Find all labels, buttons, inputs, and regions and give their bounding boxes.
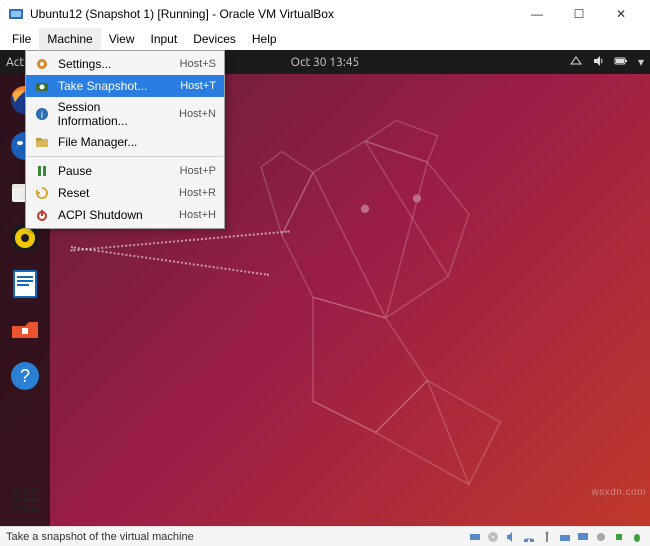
window-title: Ubuntu12 (Snapshot 1) [Running] - Oracle… [30,7,334,21]
audio-icon[interactable] [504,530,518,544]
menu-item-label: Reset [58,186,89,200]
menu-settings[interactable]: Settings... Host+S [26,53,224,75]
menu-item-label: Settings... [58,57,111,71]
network-icon [570,55,582,70]
menu-shortcut: Host+S [180,58,216,70]
svg-text:?: ? [20,366,30,386]
menu-item-label: Take Snapshot... [58,79,147,93]
menu-file-manager[interactable]: File Manager... [26,131,224,153]
menubar: File Machine View Input Devices Help [0,28,650,50]
gear-icon [34,56,50,72]
chevron-down-icon: ▾ [638,55,644,69]
statusbar-help: Take a snapshot of the virtual machine [6,531,194,543]
menu-take-snapshot[interactable]: Take Snapshot... Host+T [26,75,224,97]
menu-separator [27,156,223,157]
camera-icon [34,78,50,94]
vm-display: Activities Oct 30 13:45 ▾ [0,50,650,526]
folder-icon [34,134,50,150]
dock-item-ubuntu-software[interactable] [5,310,45,350]
volume-icon [592,55,604,70]
menu-file[interactable]: File [4,28,39,50]
reset-icon [34,185,50,201]
close-button[interactable]: ✕ [600,0,642,28]
hdd-icon[interactable] [468,530,482,544]
menu-session-info[interactable]: i Session Information... Host+N [26,97,224,131]
menu-help[interactable]: Help [244,28,285,50]
menu-item-label: Session Information... [58,100,171,128]
statusbar-indicators [468,530,644,544]
minimize-button[interactable]: — [516,0,558,28]
menu-devices[interactable]: Devices [185,28,244,50]
battery-icon [614,55,628,70]
display-icon[interactable] [576,530,590,544]
watermark: wsxdn.com [591,487,646,498]
dock-item-libreoffice-writer[interactable] [5,264,45,304]
menu-shortcut: Host+H [179,209,216,221]
recording-icon[interactable] [594,530,608,544]
menu-shortcut: Host+P [180,165,216,177]
info-icon: i [34,106,50,122]
menu-input[interactable]: Input [143,28,186,50]
mouse-icon[interactable] [630,530,644,544]
dock-item-help[interactable]: ? [5,356,45,396]
power-icon [34,207,50,223]
menu-reset[interactable]: Reset Host+R [26,182,224,204]
pause-icon [34,163,50,179]
machine-dropdown: Settings... Host+S Take Snapshot... Host… [25,50,225,229]
shared-folder-icon[interactable] [558,530,572,544]
maximize-button[interactable]: ☐ [558,0,600,28]
window-controls: — ☐ ✕ [516,0,642,28]
menu-pause[interactable]: Pause Host+P [26,160,224,182]
menu-item-label: File Manager... [58,135,137,149]
statusbar: Take a snapshot of the virtual machine [0,526,650,546]
menu-shortcut: Host+R [179,187,216,199]
usb-icon[interactable] [540,530,554,544]
optical-icon[interactable] [486,530,500,544]
menu-machine[interactable]: Machine [39,28,100,50]
menu-view[interactable]: View [101,28,143,50]
network-icon[interactable] [522,530,536,544]
virtualbox-icon [8,6,24,22]
menu-acpi-shutdown[interactable]: ACPI Shutdown Host+H [26,204,224,226]
clock-label[interactable]: Oct 30 13:45 [291,56,360,69]
titlebar: Ubuntu12 (Snapshot 1) [Running] - Oracle… [0,0,650,28]
svg-text:i: i [41,110,43,121]
cpu-icon[interactable] [612,530,626,544]
menu-shortcut: Host+T [180,80,216,92]
dock-item-apps-grid[interactable] [5,480,45,520]
menu-item-label: ACPI Shutdown [58,208,143,222]
menu-shortcut: Host+N [179,108,216,120]
menu-item-label: Pause [58,164,92,178]
system-tray[interactable]: ▾ [570,55,644,70]
